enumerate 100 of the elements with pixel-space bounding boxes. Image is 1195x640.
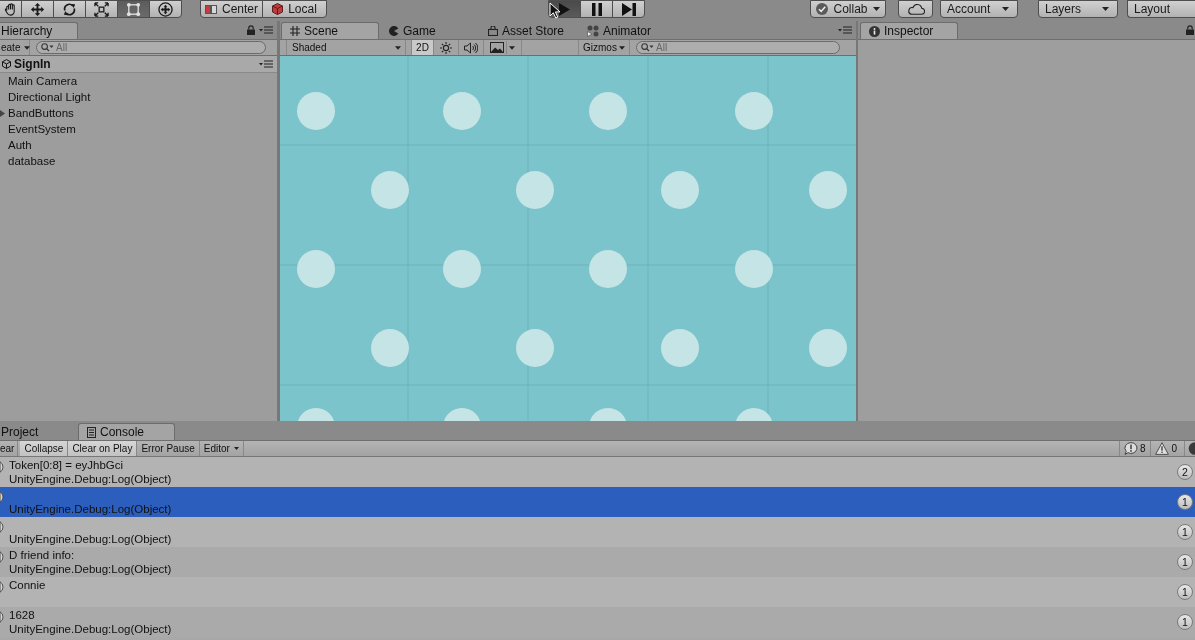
shopping-bag-icon	[488, 26, 498, 36]
circle-sprite[interactable]	[809, 329, 847, 367]
expand-arrow-icon[interactable]	[0, 109, 5, 117]
stack-trace: UnityEngine.Debug:Log(Object)	[9, 563, 172, 575]
step-button[interactable]	[612, 0, 645, 18]
rect-tool-button[interactable]	[117, 0, 150, 18]
layout-dropdown[interactable]: Layout	[1127, 0, 1195, 18]
caret-icon	[1002, 7, 1009, 11]
circle-sprite[interactable]	[661, 329, 699, 367]
circle-sprite[interactable]	[661, 171, 699, 209]
console-entry[interactable]: UnityEngine.Debug:Log(Object) 1	[0, 517, 1195, 547]
circle-sprite[interactable]	[735, 408, 773, 421]
pivot-mode-button[interactable]: Center	[200, 0, 263, 18]
menu-icon[interactable]	[259, 26, 273, 34]
circle-sprite[interactable]	[516, 171, 554, 209]
caret-icon	[509, 45, 515, 50]
dropdown-button[interactable]: Account	[940, 0, 1018, 18]
cloud-icon	[906, 3, 925, 15]
lock-icon[interactable]	[247, 25, 255, 35]
view-tab[interactable]: Asset Store	[479, 22, 577, 39]
hierarchy-item[interactable]: Auth	[0, 137, 32, 153]
circle-sprite[interactable]	[589, 408, 627, 421]
circle-sprite[interactable]	[589, 250, 627, 288]
search-icon	[41, 43, 54, 52]
lock-icon[interactable]	[1186, 25, 1194, 35]
scene-header-row[interactable]: SignIn	[0, 56, 277, 73]
warning-filter-button[interactable]: 0	[1150, 441, 1182, 456]
circle-sprite[interactable]	[297, 92, 335, 130]
cloud-button[interactable]	[898, 0, 933, 18]
circle-sprite[interactable]	[371, 171, 409, 209]
hierarchy-item[interactable]: Main Camera	[0, 73, 78, 89]
hierarchy-item[interactable]: EventSystem	[0, 121, 76, 137]
hierarchy-item[interactable]: database	[0, 153, 56, 169]
hierarchy-item[interactable]: BandButtons	[0, 105, 74, 121]
stack-trace: UnityEngine.Debug:Log(Object)	[9, 533, 172, 545]
hand-tool-button[interactable]	[0, 0, 22, 18]
circle-sprite[interactable]	[443, 250, 481, 288]
info-icon	[869, 25, 880, 37]
count-badge: 2	[1177, 464, 1193, 480]
console-entry[interactable]: Connie 1	[0, 577, 1195, 607]
inspector-tab[interactable]: Inspector	[860, 22, 958, 39]
menu-icon[interactable]	[259, 60, 273, 68]
collab-dropdown[interactable]: Collab	[810, 0, 886, 18]
view-tab[interactable]: Game	[380, 22, 478, 39]
speaker-icon	[464, 41, 478, 54]
hierarchy-item[interactable]: Directional Light	[0, 89, 91, 105]
scale-tool-button[interactable]	[85, 0, 118, 18]
create-dropdown[interactable]: eate	[0, 40, 30, 55]
image-icon	[490, 42, 504, 53]
log-message: 1628	[9, 609, 35, 621]
circle-sprite[interactable]	[516, 329, 554, 367]
circle-sprite[interactable]	[809, 171, 847, 209]
circle-sprite[interactable]	[297, 408, 335, 421]
circle-sprite[interactable]	[443, 408, 481, 421]
console-entry[interactable]: Token[0:8] = eyJhbGci UnityEngine.Debug:Log(Object) 2	[0, 457, 1195, 487]
count-badge: 1	[1177, 554, 1193, 570]
circle-sprite[interactable]	[735, 250, 773, 288]
transform-tool-button[interactable]	[149, 0, 182, 18]
rotate-tool-button[interactable]	[53, 0, 86, 18]
exclamation-bubble-icon	[1123, 442, 1138, 455]
cursor-icon	[549, 2, 561, 19]
search-field[interactable]: All	[636, 41, 840, 54]
menu-icon[interactable]	[838, 26, 852, 34]
error-filter-button[interactable]	[1184, 441, 1195, 456]
clear-button[interactable]: ear	[0, 441, 19, 456]
circle-sprite[interactable]	[589, 92, 627, 130]
caret-icon	[24, 45, 31, 50]
circle-sprite[interactable]	[371, 329, 409, 367]
toggle-button[interactable]: Clear on Play	[68, 441, 138, 456]
console-entry[interactable]: UnityEngine.Debug:Log(Object) 1	[0, 487, 1195, 517]
2d-toggle[interactable]: 2D	[411, 40, 434, 55]
caret-icon	[395, 45, 401, 50]
dropdown-button[interactable]: Layers	[1038, 0, 1118, 18]
hash-icon	[290, 26, 300, 36]
toggle-button[interactable]: Error Pause	[137, 441, 200, 456]
gizmos-dropdown[interactable]: Gizmos	[578, 40, 630, 55]
count-badge: 1	[1177, 494, 1193, 510]
pivot-squares-icon	[205, 4, 217, 14]
transform-icon	[158, 1, 173, 17]
move-tool-button[interactable]	[21, 0, 54, 18]
document-icon	[87, 426, 96, 438]
view-tab[interactable]: Scene	[281, 22, 379, 39]
info-filter-button[interactable]: 8	[1118, 441, 1151, 456]
circle-sprite[interactable]	[735, 92, 773, 130]
log-message: Token[0:8] = eyJhbGci	[9, 459, 124, 471]
hierarchy-tab[interactable]: Hierarchy	[0, 22, 78, 39]
editor-dropdown[interactable]: Editor	[199, 441, 244, 456]
pause-button[interactable]	[580, 0, 613, 18]
toggle-button[interactable]: Collapse	[20, 441, 69, 456]
log-message: Connie	[9, 579, 46, 591]
shading-dropdown[interactable]: Shaded	[286, 40, 406, 55]
panel-tab[interactable]: Project	[0, 423, 78, 440]
stack-trace: UnityEngine.Debug:Log(Object)	[9, 473, 172, 485]
warning-icon	[1155, 442, 1170, 455]
search-field[interactable]: All	[36, 41, 266, 54]
circle-sprite[interactable]	[297, 250, 335, 288]
view-tab[interactable]: Animator	[578, 22, 676, 39]
panel-tab[interactable]: Console	[78, 423, 175, 440]
pivot-rotation-button[interactable]: Local	[262, 0, 327, 18]
circle-sprite[interactable]	[443, 92, 481, 130]
